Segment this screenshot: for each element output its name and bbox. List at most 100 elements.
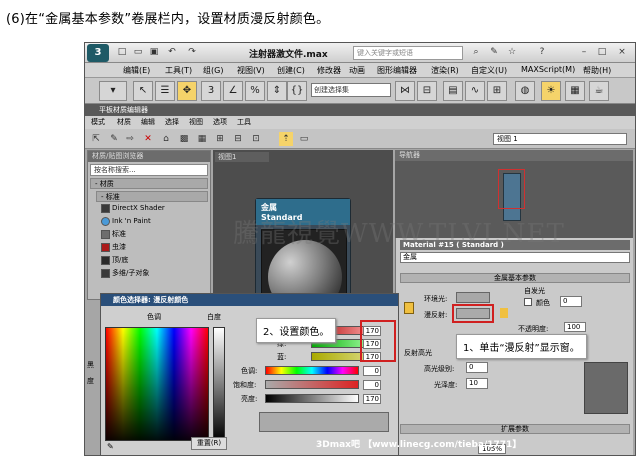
menu-modifiers[interactable]: 修改器 xyxy=(317,65,341,76)
menu-help[interactable]: 帮助(H) xyxy=(583,65,611,76)
sme-menu-material[interactable]: 材质 xyxy=(117,116,131,129)
view-tab[interactable]: 视图1 xyxy=(215,152,269,162)
new-icon[interactable]: □ xyxy=(115,46,129,59)
close-icon[interactable]: × xyxy=(615,46,629,59)
sme-menu-options[interactable]: 选项 xyxy=(213,116,227,129)
menu-views[interactable]: 视图(V) xyxy=(237,65,265,76)
search-input[interactable]: 键入关键字或短语 xyxy=(353,46,463,60)
material-name-field[interactable]: 金属 xyxy=(400,252,630,263)
layout-children-icon[interactable]: ⇡ xyxy=(279,132,293,146)
snap-3d-icon[interactable]: 3 xyxy=(201,81,221,101)
named-sets-icon[interactable]: {} xyxy=(287,81,307,101)
spec-level-value[interactable]: 0 xyxy=(466,362,488,373)
menu-animation[interactable]: 动画 xyxy=(349,65,365,76)
sme-menu-tools[interactable]: 工具 xyxy=(237,116,251,129)
browser-item[interactable]: DirectX Shader xyxy=(88,202,210,215)
menu-group[interactable]: 组(G) xyxy=(203,65,223,76)
whiteness-slider[interactable] xyxy=(213,327,225,441)
menu-customize[interactable]: 自定义(U) xyxy=(471,65,507,76)
gloss-value[interactable]: 10 xyxy=(466,378,488,389)
angle-snap-icon[interactable]: ∠ xyxy=(223,81,243,101)
delete-icon[interactable]: ✕ xyxy=(141,132,155,146)
percent-snap-icon[interactable]: % xyxy=(245,81,265,101)
menu-tools[interactable]: 工具(T) xyxy=(165,65,192,76)
group-standard[interactable]: - 标准 xyxy=(96,191,208,202)
select-by-name-icon[interactable]: ☰ xyxy=(155,81,175,101)
render-icon[interactable]: ☕ xyxy=(589,81,609,101)
align-icon[interactable]: ⊟ xyxy=(417,81,437,101)
sme-menu-view[interactable]: 视图 xyxy=(189,116,203,129)
render-frame-icon[interactable]: ▦ xyxy=(565,81,585,101)
color-preview xyxy=(259,412,389,432)
arrange-icon[interactable]: ⊟ xyxy=(231,132,245,146)
color-spectrum[interactable] xyxy=(105,327,209,441)
select-move-icon[interactable]: ✥ xyxy=(177,81,197,101)
app-logo-icon[interactable]: 3 xyxy=(87,44,109,62)
browser-item[interactable]: 多维/子对象 xyxy=(88,267,210,280)
sme-menu-mode[interactable]: 模式 xyxy=(91,116,105,129)
browser-item[interactable]: 顶/底 xyxy=(88,254,210,267)
selection-set-dropdown[interactable]: 创建选择集 xyxy=(311,83,391,97)
navigator-viewport-frame[interactable] xyxy=(498,169,525,209)
move-children-icon[interactable]: ⌂ xyxy=(159,132,173,146)
save-icon[interactable]: ▣ xyxy=(147,46,161,59)
sme-menu-edit[interactable]: 编辑 xyxy=(141,116,155,129)
eyedropper-icon[interactable]: ✎ xyxy=(107,442,117,452)
maximize-icon[interactable]: □ xyxy=(595,46,609,59)
color-checkbox[interactable] xyxy=(524,298,532,306)
binoculars-icon[interactable]: ⌕ xyxy=(469,46,483,59)
show-sidebar-icon[interactable]: ▭ xyxy=(297,132,311,146)
hide-icon[interactable]: ⊡ xyxy=(249,132,263,146)
hue-bar[interactable] xyxy=(265,366,359,375)
menu-graph-editors[interactable]: 图形编辑器 xyxy=(377,65,417,76)
redo-icon[interactable]: ↷ xyxy=(185,46,199,59)
open-icon[interactable]: ▭ xyxy=(131,46,145,59)
group-materials[interactable]: - 材质 xyxy=(90,178,208,189)
whiteness-label: 白度 xyxy=(207,313,221,321)
reset-button[interactable]: 重置(R) xyxy=(191,437,227,450)
view-select-dropdown[interactable]: 视图 1 xyxy=(493,133,627,145)
color-value[interactable]: 0 xyxy=(560,296,582,307)
schematic-icon[interactable]: ⊞ xyxy=(487,81,507,101)
rollout-basic-params[interactable]: 金属基本参数 xyxy=(400,273,630,283)
minimize-icon[interactable]: – xyxy=(577,46,591,59)
browser-item[interactable]: Ink 'n Paint xyxy=(88,215,210,228)
star-icon[interactable]: ☆ xyxy=(505,46,519,59)
menu-rendering[interactable]: 渲染(R) xyxy=(431,65,459,76)
sme-menu-select[interactable]: 选择 xyxy=(165,116,179,129)
ambient-color-swatch[interactable] xyxy=(456,292,490,303)
saturation-bar[interactable] xyxy=(265,380,359,389)
assign-icon[interactable]: ⇨ xyxy=(123,132,137,146)
curve-editor-icon[interactable]: ∿ xyxy=(465,81,485,101)
background-icon[interactable]: ▦ xyxy=(195,132,209,146)
opacity-value[interactable]: 100 xyxy=(564,322,586,332)
saturation-value[interactable]: 0 xyxy=(363,380,381,390)
value-value[interactable]: 170 xyxy=(363,394,381,404)
tools-icon[interactable]: ✎ xyxy=(487,46,501,59)
spinner-snap-icon[interactable]: ⇕ xyxy=(267,81,287,101)
hue-value[interactable]: 0 xyxy=(363,366,381,376)
mirror-icon[interactable]: ⋈ xyxy=(395,81,415,101)
material-editor-icon[interactable]: ◍ xyxy=(515,81,535,101)
map-lock-icon[interactable] xyxy=(500,308,508,318)
menu-edit[interactable]: 编辑(E) xyxy=(123,65,150,76)
browser-search-input[interactable]: 按名称搜索... xyxy=(90,164,208,176)
browser-item[interactable]: 虫漆 xyxy=(88,241,210,254)
menu-maxscript[interactable]: MAXScript(M) xyxy=(521,65,575,74)
render-setup-icon[interactable]: ☀ xyxy=(541,81,561,101)
rollout-extended-params[interactable]: 扩展参数 xyxy=(400,424,630,434)
pick-material-icon[interactable]: ⇱ xyxy=(89,132,103,146)
menu-create[interactable]: 创建(C) xyxy=(277,65,305,76)
help-icon[interactable]: ? xyxy=(535,46,549,59)
value-bar[interactable] xyxy=(265,394,359,403)
layout-icon[interactable]: ⊞ xyxy=(213,132,227,146)
browser-item[interactable]: 标准 xyxy=(88,228,210,241)
undo-icon[interactable]: ↶ xyxy=(165,46,179,59)
select-object-icon[interactable]: ↖ xyxy=(133,81,153,101)
layer-icon[interactable]: ▤ xyxy=(443,81,463,101)
select-filter-dropdown[interactable]: ▾ xyxy=(99,81,127,101)
value-label: 亮度: xyxy=(241,395,258,403)
lock-icon[interactable] xyxy=(404,302,414,314)
eyedropper-icon[interactable]: ✎ xyxy=(107,132,121,146)
show-map-icon[interactable]: ▩ xyxy=(177,132,191,146)
